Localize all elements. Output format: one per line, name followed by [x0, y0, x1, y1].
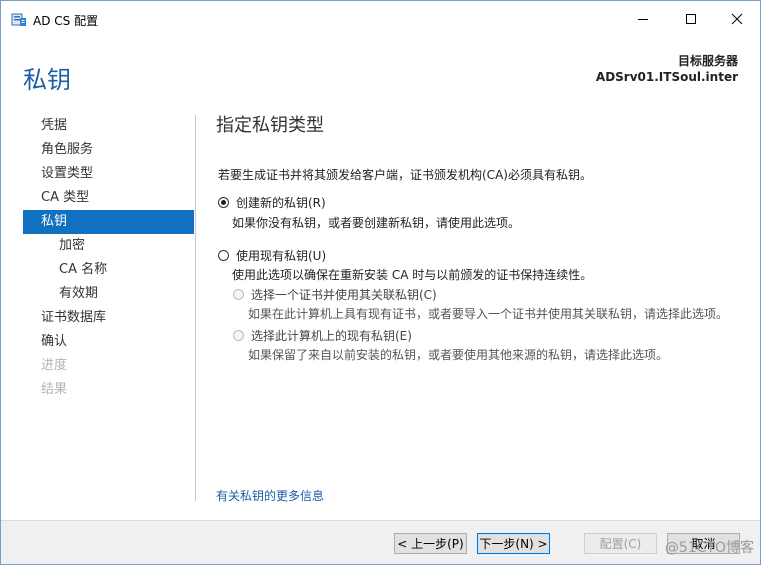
create-new-key-description: 如果你没有私钥，或者要创建新私钥，请使用此选项。 [232, 216, 521, 230]
maximize-icon [686, 14, 696, 24]
window-title: AD CS 配置 [33, 14, 99, 28]
nav-item-certificate-database[interactable]: 证书数据库 [23, 306, 194, 330]
minimize-button[interactable] [620, 1, 666, 37]
radio-select-existing-key[interactable]: 选择此计算机上的现有私钥(E) [233, 327, 412, 344]
nav-item-setup-type[interactable]: 设置类型 [23, 162, 194, 186]
section-description: 若要生成证书并将其颁发给客户端，证书颁发机构(CA)必须具有私钥。 [218, 168, 592, 182]
use-existing-key-description: 使用此选项以确保在重新安装 CA 时与以前颁发的证书保持连续性。 [232, 268, 593, 282]
radio-select-certificate-label: 选择一个证书并使用其关联私钥(C) [251, 288, 437, 302]
minimize-icon [638, 19, 648, 20]
page-header-title: 私钥 [23, 66, 71, 94]
close-button[interactable] [714, 1, 760, 37]
radio-use-existing-key-label: 使用现有私钥(U) [236, 249, 327, 263]
main-content: 指定私钥类型 若要生成证书并将其颁发给客户端，证书颁发机构(CA)必须具有私钥。… [216, 111, 746, 362]
radio-create-new-key-label: 创建新的私钥(R) [236, 196, 326, 210]
section-title: 指定私钥类型 [216, 115, 324, 136]
select-certificate-description: 如果在此计算机上具有现有证书，或者要导入一个证书并使用其关联私钥，请选择此选项。 [248, 307, 729, 321]
nav-item-progress: 进度 [41, 358, 68, 373]
nav-item-validity-period[interactable]: 有效期 [23, 282, 194, 306]
radio-select-existing-key-label: 选择此计算机上的现有私钥(E) [251, 329, 412, 343]
radio-selected-icon [218, 197, 229, 208]
server-manager-app-icon [11, 12, 27, 27]
nav-item-ca-type[interactable]: CA 类型 [23, 186, 194, 210]
wizard-nav: 凭据 角色服务 设置类型 CA 类型 私钥 加密 CA 名称 有效期 证书数据库… [23, 114, 194, 402]
nav-item-role-services[interactable]: 角色服务 [23, 138, 194, 162]
next-button[interactable]: 下一步(N) > [477, 533, 550, 554]
radio-select-certificate[interactable]: 选择一个证书并使用其关联私钥(C) [233, 286, 437, 303]
select-existing-key-description: 如果保留了来自以前安装的私钥，或者要使用其他来源的私钥，请选择此选项。 [248, 348, 669, 362]
watermark: @51CTO博客 [664, 540, 754, 556]
radio-disabled-icon [233, 330, 244, 341]
previous-button[interactable]: < 上一步(P) [394, 533, 467, 554]
configure-button[interactable]: 配置(C) [584, 533, 657, 554]
nav-item-cryptography[interactable]: 加密 [23, 234, 194, 258]
target-server-label: 目标服务器 [677, 54, 738, 68]
wizard-footer: < 上一步(P) 下一步(N) > 配置(C) 取消 [1, 520, 760, 564]
title-bar[interactable]: AD CS 配置 [1, 1, 760, 37]
radio-create-new-key[interactable]: 创建新的私钥(R) [218, 194, 326, 211]
radio-unselected-icon [218, 250, 229, 261]
ad-cs-config-window: AD CS 配置 私钥 目标服务器 ADSrv01.ITSoul.inter 凭… [0, 0, 761, 565]
nav-divider [195, 115, 196, 501]
nav-item-confirmation[interactable]: 确认 [23, 330, 194, 354]
close-icon [731, 13, 743, 25]
radio-disabled-icon [233, 289, 244, 300]
radio-use-existing-key[interactable]: 使用现有私钥(U) [218, 247, 326, 264]
maximize-button[interactable] [668, 1, 714, 37]
nav-item-ca-name[interactable]: CA 名称 [23, 258, 194, 282]
nav-item-results: 结果 [41, 382, 68, 397]
nav-item-private-key[interactable]: 私钥 [23, 210, 194, 234]
nav-item-credentials[interactable]: 凭据 [23, 114, 194, 138]
target-server-value: ADSrv01.ITSoul.inter [595, 70, 738, 84]
more-info-link[interactable]: 有关私钥的更多信息 [216, 487, 324, 504]
